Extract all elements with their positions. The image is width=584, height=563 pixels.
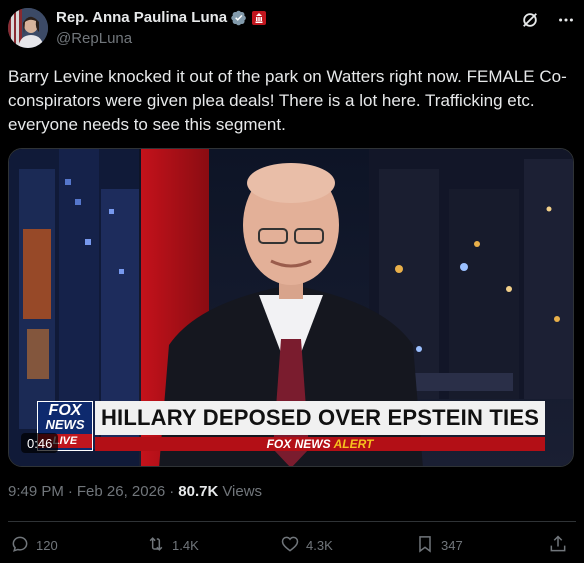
like-count: 4.3K: [306, 538, 333, 553]
bookmark-button[interactable]: 347: [415, 534, 463, 557]
video-duration: 0:46: [21, 433, 59, 453]
post-text: Barry Levine knocked it out of the park …: [8, 67, 567, 134]
share-button[interactable]: [548, 534, 568, 557]
repost-button[interactable]: 1.4K: [146, 534, 199, 557]
logo-line-1: FOX: [48, 402, 82, 419]
tweet-header: Rep. Anna Paulina Luna @RepLuna: [8, 8, 576, 52]
post-meta: 9:49 PM · Feb 26, 2026 · 80.7K Views: [8, 483, 262, 500]
like-button[interactable]: 4.3K: [280, 534, 333, 557]
bookmark-count: 347: [441, 538, 463, 553]
share-icon: [548, 534, 568, 557]
post-date[interactable]: Feb 26, 2026: [77, 483, 165, 500]
header-actions: [520, 10, 576, 30]
meta-separator: ·: [67, 483, 73, 500]
grok-icon[interactable]: [520, 10, 540, 30]
divider: [8, 521, 576, 522]
alert-brand: FOX NEWS: [266, 437, 331, 451]
reply-button[interactable]: 120: [10, 534, 58, 557]
reply-icon: [10, 534, 30, 557]
action-bar: 120 1.4K 4.3K 347: [10, 534, 576, 558]
handle[interactable]: @RepLuna: [56, 30, 132, 47]
post-time[interactable]: 9:49 PM: [8, 483, 64, 500]
logo-line-2: NEWS: [45, 417, 85, 432]
avatar[interactable]: [8, 8, 48, 48]
repost-count: 1.4K: [172, 538, 199, 553]
gov-badge-icon[interactable]: [251, 10, 267, 26]
more-icon[interactable]: [556, 10, 576, 30]
views-count: 80.7K: [178, 483, 219, 500]
tweet: Rep. Anna Paulina Luna @RepLuna Barry Le…: [0, 0, 584, 563]
repost-icon: [146, 534, 166, 557]
meta-separator: ·: [169, 483, 175, 500]
reply-count: 120: [36, 538, 58, 553]
bookmark-icon: [415, 534, 435, 557]
name-row: Rep. Anna Paulina Luna: [56, 9, 267, 26]
chyron-headline: HILLARY DEPOSED OVER EPSTEIN TIES: [95, 401, 545, 435]
like-icon: [280, 534, 300, 557]
lower-third: FOX NEWS LIVE HILLARY DEPOSED OVER EPSTE…: [37, 401, 573, 451]
views-label: Views: [222, 483, 263, 500]
video-player[interactable]: FOX NEWS LIVE HILLARY DEPOSED OVER EPSTE…: [8, 148, 574, 467]
alert-bar: FOX NEWS ALERT: [95, 437, 545, 451]
verified-badge-icon[interactable]: [231, 10, 247, 26]
alert-word: ALERT: [333, 437, 374, 451]
display-name[interactable]: Rep. Anna Paulina Luna: [56, 9, 227, 26]
